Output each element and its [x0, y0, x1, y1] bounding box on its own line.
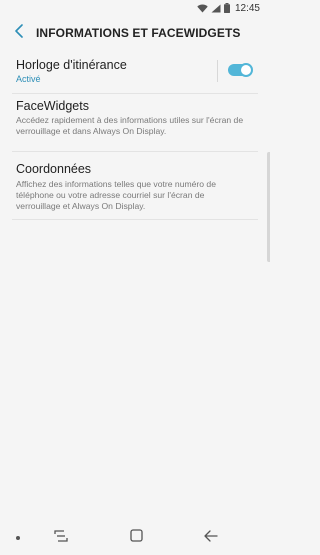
- app-header: INFORMATIONS ET FACEWIDGETS: [0, 16, 270, 50]
- edge-panel-handle[interactable]: [267, 152, 270, 262]
- status-bar: 12:45: [0, 0, 270, 16]
- home-icon: [129, 529, 143, 547]
- recent-apps-icon: [54, 529, 68, 547]
- dot-icon[interactable]: [16, 536, 20, 540]
- back-arrow-icon: [14, 23, 24, 43]
- setting-facewidgets[interactable]: FaceWidgets Accédez rapidement à des inf…: [12, 94, 258, 152]
- roaming-clock-status: Activé: [16, 74, 41, 84]
- recent-apps-button[interactable]: [53, 530, 69, 546]
- home-button[interactable]: [128, 529, 144, 547]
- vertical-divider: [217, 60, 218, 82]
- wifi-icon: [197, 4, 208, 13]
- facewidgets-description: Accédez rapidement à des informations ut…: [16, 115, 244, 136]
- roaming-clock-toggle[interactable]: [228, 63, 253, 77]
- setting-roaming-clock[interactable]: Horloge d'itinérance Activé: [12, 52, 258, 94]
- toggle-knob: [239, 63, 253, 77]
- page-title: INFORMATIONS ET FACEWIDGETS: [36, 26, 241, 40]
- setting-contact-info[interactable]: Coordonnées Affichez des informations te…: [12, 152, 258, 220]
- back-icon: [204, 529, 218, 547]
- roaming-clock-title: Horloge d'itinérance: [16, 58, 127, 72]
- signal-icon: [211, 4, 221, 13]
- contact-info-description: Affichez des informations telles que vot…: [16, 179, 216, 211]
- battery-icon: [223, 3, 230, 13]
- back-button[interactable]: [2, 16, 36, 50]
- facewidgets-title: FaceWidgets: [16, 99, 89, 113]
- settings-list: Horloge d'itinérance Activé FaceWidgets …: [12, 52, 258, 220]
- nav-back-button[interactable]: [203, 530, 219, 546]
- contact-info-title: Coordonnées: [16, 162, 92, 176]
- clock-time: 12:45: [234, 2, 260, 14]
- navigation-bar: [0, 521, 270, 555]
